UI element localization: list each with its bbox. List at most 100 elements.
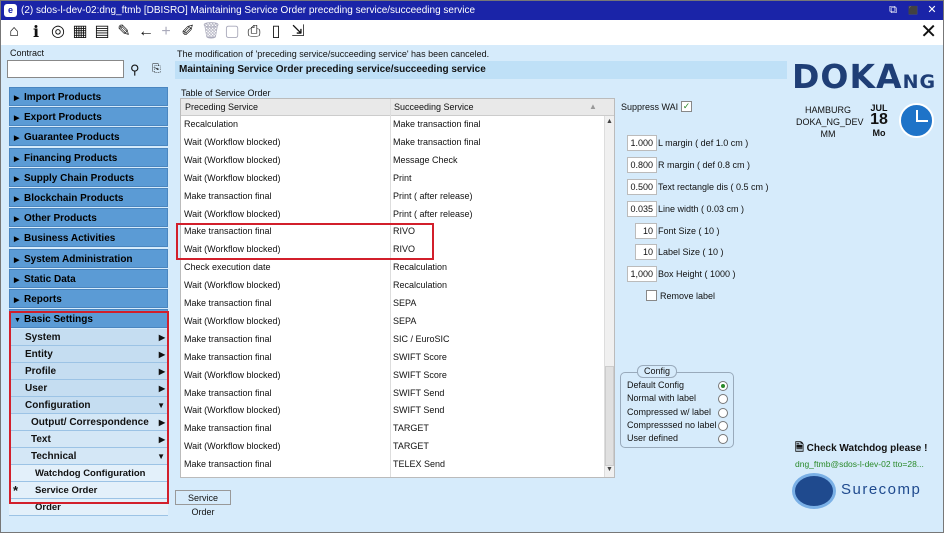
location-label: HAMBURG [804,105,851,115]
cell-preceding-service: Make transaction final [184,190,272,201]
document-icon: 🗎 [795,442,804,454]
table-row[interactable]: Wait (Workflow blocked) SEPA [181,313,604,331]
cell-succeeding-service: Print ( after release) [393,190,473,201]
sidebar-item-financing-products[interactable]: ▶ Financing Products [9,147,168,167]
config-radio[interactable] [718,381,728,391]
cell-preceding-service: Make transaction final [184,387,272,398]
option-label-2: Text rectangle dis ( 0.5 cm ) [658,182,769,192]
table-row[interactable]: Wait (Workflow blocked) SWIFT Send [181,402,604,420]
table-row[interactable]: Wait (Workflow blocked) SWIFT Score [181,367,604,385]
remove-label-checkbox[interactable] [646,290,657,301]
table-row[interactable]: Make transaction final TARGET [181,420,604,438]
contract-input[interactable] [7,60,124,78]
config-radio[interactable] [718,407,728,418]
table-row[interactable]: Make transaction final Print ( after rele… [181,188,604,206]
config-radio[interactable] [718,420,728,431]
cell-succeeding-service: SWIFT Send [393,405,445,416]
delete-icon[interactable]: 🗑 [201,23,221,41]
option-label-6: Box Height ( 1000 ) [658,269,736,279]
maximize-button[interactable]: ⬛ [905,3,921,18]
cell-succeeding-service: SWIFT Score [393,351,447,362]
option-value-5[interactable]: 10 [635,244,657,260]
option-value-2[interactable]: 0.500 [627,179,657,195]
sidebar-item-export-products[interactable]: ▶ Export Products [9,107,168,127]
target-icon[interactable]: ◎ [49,23,67,41]
column-header-succeeding[interactable]: Succeeding Service [394,102,474,112]
scrollbar-thumb[interactable] [605,366,614,466]
option-value-4[interactable]: 10 [635,223,657,239]
table-row[interactable]: Recalculation Make transaction final [181,116,604,134]
scroll-up-icon[interactable]: ▲ [606,118,613,125]
option-value-6[interactable]: 1,000 [627,266,657,282]
surecomp-logo-text: Surecomp [841,481,922,498]
cell-preceding-service: Wait (Workflow blocked) [184,441,281,452]
sidebar-item-system-administration[interactable]: ▶ System Administration [9,248,168,268]
sidebar-item-other-products[interactable]: ▶ Other Products [9,208,168,228]
export-icon[interactable]: ⇲ [289,23,307,41]
option-value-1[interactable]: 0.800 [627,157,657,173]
restore-button[interactable]: ⧉ [885,3,901,18]
info-icon[interactable]: i [27,23,45,41]
cell-succeeding-service: TARGET [393,441,429,452]
option-value-0[interactable]: 1.000 [627,135,657,151]
cell-succeeding-service: Recalculation [393,280,448,291]
sidebar-item-blockchain-products[interactable]: ▶ Blockchain Products [9,187,168,207]
book-icon[interactable]: ▤ [93,23,111,41]
map-icon[interactable]: ▦ [71,23,89,41]
surecomp-logo-icon [792,473,836,509]
table-row[interactable]: Make transaction final SWIFT Send [181,385,604,403]
search-icon[interactable]: ⚲ [130,62,140,77]
watchdog-link[interactable]: 🗎 Check Watchdog please ! [795,439,927,458]
clock-icon [899,103,934,138]
option-label-0: L margin ( def 1.0 cm ) [658,138,749,148]
sidebar-item-reports[interactable]: ▶ Reports [9,288,168,308]
back-arrow-icon[interactable]: ← [137,23,155,41]
basic-settings-highlight [9,311,169,504]
edit-icon[interactable]: ✎ [115,23,133,41]
table-row[interactable]: Wait (Workflow blocked) Print ( after rel… [181,206,604,224]
table-row[interactable]: Wait (Workflow blocked) Make transaction … [181,134,604,152]
date-day: 18 [870,111,888,128]
device-icon[interactable]: ▯ [267,23,285,41]
suppress-wai-checkbox[interactable]: ✓ [681,101,692,112]
cell-preceding-service: Check execution date [184,262,271,273]
config-option-label: Default Config [627,380,685,390]
pencil-icon[interactable]: ✐ [179,23,197,41]
table-row[interactable]: Make transaction final SIC / EuroSIC [181,331,604,349]
app-logo-icon: e [4,4,17,17]
cell-succeeding-service: Message Check [393,154,458,165]
column-header-preceding[interactable]: Preceding Service [185,102,258,112]
table-row[interactable]: Wait (Workflow blocked) Message Check [181,152,604,170]
sort-up-icon[interactable]: ▲ [589,102,597,111]
scroll-down-icon[interactable]: ▼ [606,466,613,473]
tab-service-order[interactable]: Service Order [175,490,231,517]
option-value-3[interactable]: 0.035 [627,201,657,217]
table-row[interactable]: Wait (Workflow blocked) Recalculation [181,277,604,295]
home-icon[interactable]: ⌂ [5,23,23,41]
cell-succeeding-service: SEPA [393,298,417,308]
cell-preceding-service: Wait (Workflow blocked) [184,154,281,165]
table-row[interactable]: Wait (Workflow blocked) TARGET [181,438,604,456]
table-scrollbar[interactable]: ▲ ▼ [604,116,614,477]
table-row[interactable]: Check execution date Recalculation [181,259,604,277]
table-row[interactable]: Make transaction final SWIFT Score [181,349,604,367]
add-icon[interactable]: + [157,23,175,41]
cell-succeeding-service: SWIFT Score [393,369,447,380]
sidebar-item-supply-chain-products[interactable]: ▶ Supply Chain Products [9,167,168,187]
close-icon[interactable]: ✕ [920,21,937,43]
search-document-icon[interactable]: ⎘ [152,62,161,77]
sidebar-item-static-data[interactable]: ▶ Static Data [9,268,168,288]
sidebar-item-guarantee-products[interactable]: ▶ Guarantee Products [9,127,168,147]
table-row[interactable]: Make transaction final TELEX Send [181,456,604,474]
table-row[interactable]: Make transaction final SEPA [181,295,604,313]
cell-succeeding-service: TELEX Send [393,459,446,470]
sidebar-item-import-products[interactable]: ▶ Import Products [9,87,168,106]
close-window-button[interactable]: ✕ [924,3,940,18]
document-icon[interactable]: ▢ [223,23,241,41]
cell-preceding-service: Make transaction final [184,423,272,434]
table-row[interactable]: Wait (Workflow blocked) Print [181,170,604,188]
sidebar-item-business-activities[interactable]: ▶ Business Activities [9,228,168,248]
print-icon[interactable]: ⎙ [245,23,263,41]
cell-succeeding-service: SIC / EuroSIC [393,333,450,344]
cell-succeeding-service: Make transaction final [393,136,481,147]
